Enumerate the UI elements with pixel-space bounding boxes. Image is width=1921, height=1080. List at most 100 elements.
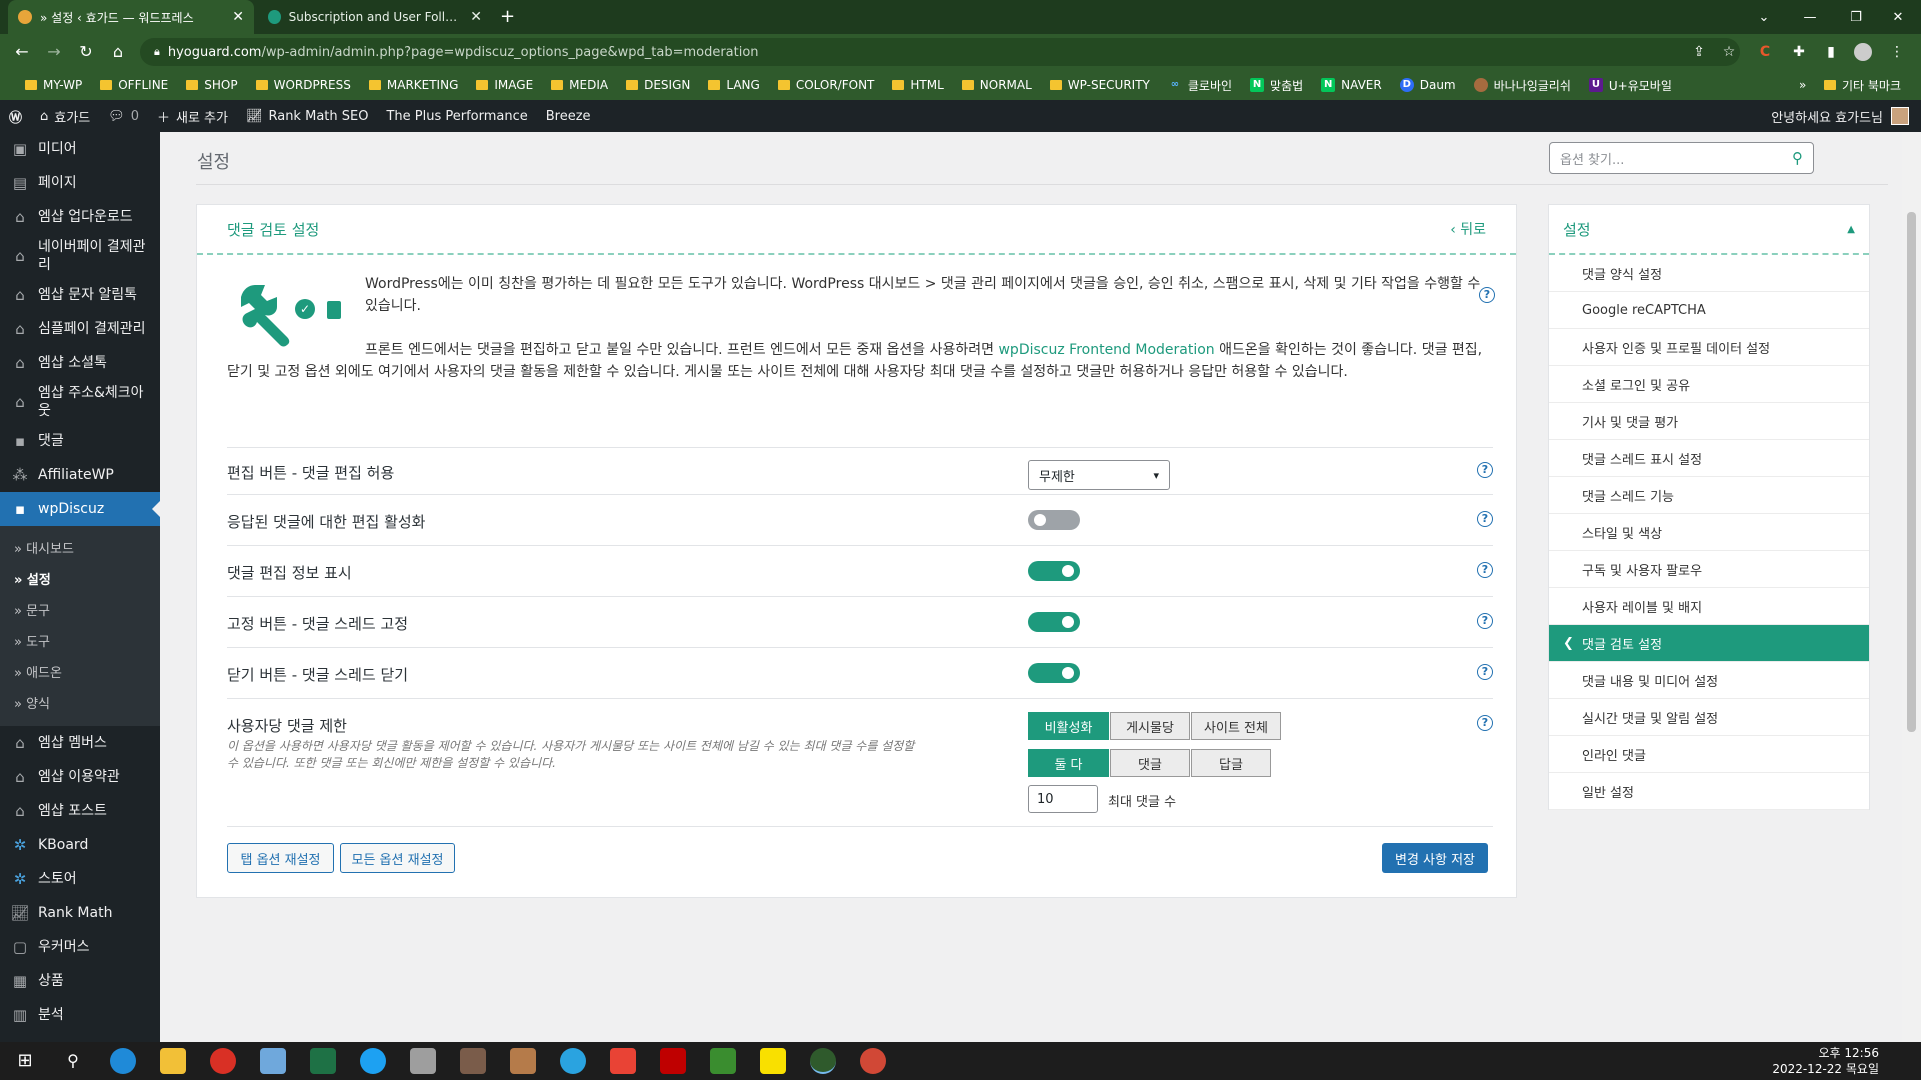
sidebar-item-kboard[interactable]: ✲ KBoard bbox=[0, 828, 160, 862]
bookmark-folder[interactable]: COLOR/FONT bbox=[769, 73, 884, 97]
breeze-link[interactable]: Breeze bbox=[537, 100, 600, 132]
type-both-button[interactable]: 둘 다 bbox=[1028, 749, 1109, 777]
sidebar-item-mshop-social[interactable]: ⌂ 엠샵 소셜톡 bbox=[0, 346, 160, 380]
app-icon[interactable] bbox=[460, 1048, 486, 1074]
reload-icon[interactable]: ↻ bbox=[76, 42, 96, 62]
bird-app-icon[interactable] bbox=[360, 1048, 386, 1074]
tab-close-icon[interactable]: ✕ bbox=[470, 9, 482, 25]
home-icon[interactable]: ⌂ bbox=[108, 42, 128, 62]
help-icon[interactable]: ? bbox=[1477, 462, 1493, 478]
sidebar-item-rankmath[interactable]: 📈︎ Rank Math bbox=[0, 896, 160, 930]
bookmark-folder[interactable]: MEDIA bbox=[542, 73, 617, 97]
new-tab-button[interactable]: + bbox=[500, 6, 515, 27]
sidebar-item-mshop-sms[interactable]: ⌂ 엠샵 문자 알림톡 bbox=[0, 278, 160, 312]
max-comments-input[interactable]: 10 bbox=[1028, 785, 1098, 813]
settings-nav-item[interactable]: 사용자 인증 및 프로필 데이터 설정 bbox=[1549, 329, 1869, 366]
bookmarks-overflow[interactable]: » bbox=[1790, 73, 1815, 97]
help-icon[interactable]: ? bbox=[1477, 715, 1493, 731]
bookmark-link[interactable]: ∞ 클로바인 bbox=[1159, 73, 1241, 97]
settings-nav-item[interactable]: 일반 설정 bbox=[1549, 773, 1869, 810]
chrome-profile-icon[interactable] bbox=[860, 1048, 886, 1074]
bookmark-link[interactable]: N NAVER bbox=[1312, 73, 1391, 97]
sidebar-item-pages[interactable]: ▤ 페이지 bbox=[0, 166, 160, 200]
bookmark-folder[interactable]: OFFLINE bbox=[91, 73, 177, 97]
bookmark-folder[interactable]: WORDPRESS bbox=[247, 73, 360, 97]
sidebar-item-mshop-post[interactable]: ⌂ 엠샵 포스트 bbox=[0, 794, 160, 828]
settings-nav-item[interactable]: 스타일 및 색상 bbox=[1549, 514, 1869, 551]
bookmark-folder[interactable]: WP-SECURITY bbox=[1041, 73, 1159, 97]
kakaotalk-icon[interactable] bbox=[760, 1048, 786, 1074]
settings-nav-item[interactable]: 기사 및 댓글 평가 bbox=[1549, 403, 1869, 440]
search-icon[interactable]: ⚲ bbox=[60, 1048, 86, 1074]
browser-tab-subscription[interactable]: Subscription and User Following ✕ bbox=[258, 0, 492, 34]
share-icon[interactable]: ⇪ bbox=[1690, 43, 1708, 61]
help-icon[interactable]: ? bbox=[1477, 511, 1493, 527]
minimize-icon[interactable]: — bbox=[1787, 0, 1833, 34]
sidebar-item-mshop-members[interactable]: ⌂ 엠샵 멤버스 bbox=[0, 726, 160, 760]
my-account[interactable]: 안녕하세요 효가드님 bbox=[1771, 100, 1909, 132]
sidebar-item-mshop-terms[interactable]: ⌂ 엠샵 이용약관 bbox=[0, 760, 160, 794]
options-search-input[interactable]: 옵션 찾기... ⚲ bbox=[1549, 142, 1814, 174]
bookmark-link[interactable]: N 맞춤법 bbox=[1241, 73, 1312, 97]
type-replies-button[interactable]: 답글 bbox=[1191, 749, 1271, 777]
submenu-settings[interactable]: » 설정 bbox=[0, 563, 160, 594]
edit-replied-toggle[interactable] bbox=[1028, 510, 1080, 530]
screen-recorder-icon[interactable] bbox=[210, 1048, 236, 1074]
edit-info-toggle[interactable] bbox=[1028, 561, 1080, 581]
bookmark-folder[interactable]: NORMAL bbox=[953, 73, 1041, 97]
windows-start-icon[interactable]: ⊞ bbox=[12, 1048, 38, 1074]
tab-search-icon[interactable]: ⌄ bbox=[1741, 0, 1787, 34]
tab-close-icon[interactable]: ✕ bbox=[232, 9, 244, 25]
search-icon[interactable]: ⚲ bbox=[1792, 149, 1803, 167]
settings-nav-item[interactable]: Google reCAPTCHA bbox=[1549, 292, 1869, 329]
sidebar-item-store[interactable]: ✲ 스토어 bbox=[0, 862, 160, 896]
bookmark-folder[interactable]: MARKETING bbox=[360, 73, 468, 97]
help-icon[interactable]: ? bbox=[1477, 613, 1493, 629]
submenu-forms[interactable]: » 양식 bbox=[0, 687, 160, 718]
type-comments-button[interactable]: 댓글 bbox=[1110, 749, 1190, 777]
edge-icon[interactable] bbox=[110, 1048, 136, 1074]
sidebar-item-mshop-updownload[interactable]: ⌂ 엠샵 업다운로드 bbox=[0, 200, 160, 234]
sidepanel-icon[interactable]: ▮ bbox=[1822, 43, 1840, 61]
rank-math-link[interactable]: 📈︎ Rank Math SEO bbox=[237, 100, 377, 132]
extension-c-icon[interactable]: C bbox=[1756, 43, 1774, 61]
sidebar-item-wpdiscuz[interactable]: ▪ wpDiscuz bbox=[0, 492, 160, 526]
scope-sitewide-button[interactable]: 사이트 전체 bbox=[1191, 712, 1281, 740]
chrome-icon[interactable] bbox=[810, 1048, 836, 1074]
stick-button-toggle[interactable] bbox=[1028, 612, 1080, 632]
sidebar-item-woocommerce[interactable]: ▢ 우커머스 bbox=[0, 930, 160, 964]
settings-nav-item[interactable]: 구독 및 사용자 팔로우 bbox=[1549, 551, 1869, 588]
forward-icon[interactable]: → bbox=[44, 42, 64, 62]
submenu-dashboard[interactable]: » 대시보드 bbox=[0, 532, 160, 563]
settings-nav-item[interactable]: 댓글 양식 설정 bbox=[1549, 255, 1869, 292]
bookmark-folder[interactable]: MY-WP bbox=[16, 73, 91, 97]
bookmark-link[interactable]: 바나나잉글리쉬 bbox=[1465, 73, 1580, 97]
calculator-icon[interactable] bbox=[410, 1048, 436, 1074]
submenu-addons[interactable]: » 애드온 bbox=[0, 656, 160, 687]
bookmark-folder[interactable]: HTML bbox=[883, 73, 952, 97]
file-explorer-icon[interactable] bbox=[160, 1048, 186, 1074]
save-changes-button[interactable]: 변경 사항 저장 bbox=[1382, 843, 1488, 873]
settings-nav-item[interactable]: 인라인 댓글 bbox=[1549, 736, 1869, 773]
help-icon[interactable]: ? bbox=[1477, 562, 1493, 578]
wp-logo-icon[interactable]: Ⓦ bbox=[0, 100, 31, 132]
telegram-icon[interactable] bbox=[560, 1048, 586, 1074]
bookmark-folder[interactable]: SHOP bbox=[177, 73, 246, 97]
profile-avatar-icon[interactable] bbox=[1854, 43, 1872, 61]
page-scrollbar[interactable] bbox=[1902, 132, 1921, 1042]
back-link[interactable]: ‹ 뒤로 bbox=[1450, 219, 1486, 239]
bookmark-star-icon[interactable]: ☆ bbox=[1720, 43, 1738, 61]
close-window-icon[interactable]: ✕ bbox=[1875, 0, 1921, 34]
sidebar-item-affiliatewp[interactable]: ⁂ AffiliateWP bbox=[0, 458, 160, 492]
settings-nav-item-active[interactable]: ❮ 댓글 검토 설정 bbox=[1549, 625, 1869, 662]
edit-limit-select[interactable]: 무제한 ▾ bbox=[1028, 460, 1170, 490]
submenu-tools[interactable]: » 도구 bbox=[0, 625, 160, 656]
help-icon[interactable]: ? bbox=[1479, 287, 1495, 303]
app-icon[interactable] bbox=[610, 1048, 636, 1074]
close-button-toggle[interactable] bbox=[1028, 663, 1080, 683]
site-name-link[interactable]: ⌂ 효가드 bbox=[31, 100, 99, 132]
system-clock[interactable]: 오후 12:56 2022-12-22 목요일 bbox=[1772, 1045, 1879, 1077]
settings-nav-item[interactable]: 소셜 로그인 및 공유 bbox=[1549, 366, 1869, 403]
browser-tab-settings[interactable]: » 설정 ‹ 효가드 — 워드프레스 ✕ bbox=[8, 0, 254, 34]
extensions-puzzle-icon[interactable]: ✚ bbox=[1790, 43, 1808, 61]
